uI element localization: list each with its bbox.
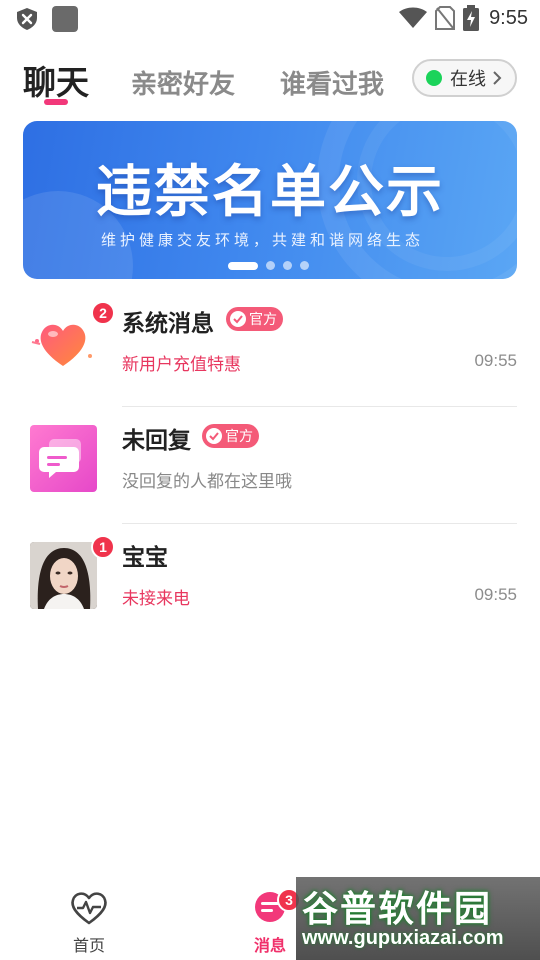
heart-pulse-icon xyxy=(71,892,107,925)
battery-charging-icon xyxy=(463,5,480,31)
banner-dot[interactable] xyxy=(266,261,275,270)
chat-time: 09:55 xyxy=(474,351,517,370)
watermark-text: 谷普软件园 xyxy=(302,889,493,930)
tab-chat[interactable]: 聊天 xyxy=(23,56,89,104)
user-avatar xyxy=(30,542,97,609)
unread-badge: 1 xyxy=(91,535,115,559)
banner-subtitle: 维护健康交友环境，共建和谐网络生态 xyxy=(101,231,425,249)
chat-last-message: 未接来电 xyxy=(122,589,190,609)
unread-badge: 2 xyxy=(91,301,115,325)
status-bar: 9:55 xyxy=(0,0,540,36)
watermark: 谷普软件园 www.gupuxiazai.com xyxy=(296,877,540,960)
heart-icon xyxy=(30,308,97,375)
banner-dot-active[interactable] xyxy=(228,261,258,270)
announcement-banner[interactable]: 违禁名单公示 维护健康交友环境，共建和谐网络生态 xyxy=(23,121,517,279)
banner-dot[interactable] xyxy=(300,261,309,270)
tab-close-friends[interactable]: 亲密好友 xyxy=(131,64,235,101)
active-tab-indicator xyxy=(44,99,68,105)
chat-name: 宝宝 xyxy=(122,545,168,571)
watermark-url: www.gupuxiazai.com xyxy=(302,927,504,949)
nav-home-label: 首页 xyxy=(72,936,105,955)
no-sim-icon xyxy=(435,6,456,30)
chat-row-contact[interactable]: 1 宝宝 未接来电 09:55 xyxy=(0,524,540,641)
verified-check-icon xyxy=(206,428,222,444)
official-badge: 官方 xyxy=(226,307,283,331)
online-indicator-icon xyxy=(426,70,442,86)
chat-row-system-messages[interactable]: 2 系统消息 官方 新用户充值特惠 09:55 xyxy=(0,290,540,407)
official-label: 官方 xyxy=(225,429,253,445)
shield-icon xyxy=(17,8,37,30)
tab-who-viewed-me[interactable]: 谁看过我 xyxy=(280,64,384,101)
app-square-icon xyxy=(52,6,78,32)
official-label: 官方 xyxy=(249,312,277,328)
chat-last-message: 没回复的人都在这里哦 xyxy=(122,472,292,492)
status-time: 9:55 xyxy=(489,6,528,29)
online-status-label: 在线 xyxy=(450,69,486,90)
message-bubble-icon xyxy=(30,425,97,492)
chat-row-unreplied[interactable]: 未回复 官方 没回复的人都在这里哦 xyxy=(0,407,540,524)
banner-pagination xyxy=(228,261,309,270)
banner-title: 违禁名单公示 xyxy=(96,160,444,225)
banner-dot[interactable] xyxy=(283,261,292,270)
chat-name: 未回复 xyxy=(122,428,191,454)
official-badge: 官方 xyxy=(202,424,259,448)
chat-last-message: 新用户充值特惠 xyxy=(122,355,241,375)
chevron-right-icon xyxy=(493,71,502,85)
chat-time: 09:55 xyxy=(474,585,517,604)
nav-home[interactable]: 首页 xyxy=(44,890,134,956)
online-status-button[interactable]: 在线 xyxy=(412,59,517,97)
chat-name: 系统消息 xyxy=(122,311,214,337)
wifi-icon xyxy=(399,7,428,28)
verified-check-icon xyxy=(230,311,246,327)
